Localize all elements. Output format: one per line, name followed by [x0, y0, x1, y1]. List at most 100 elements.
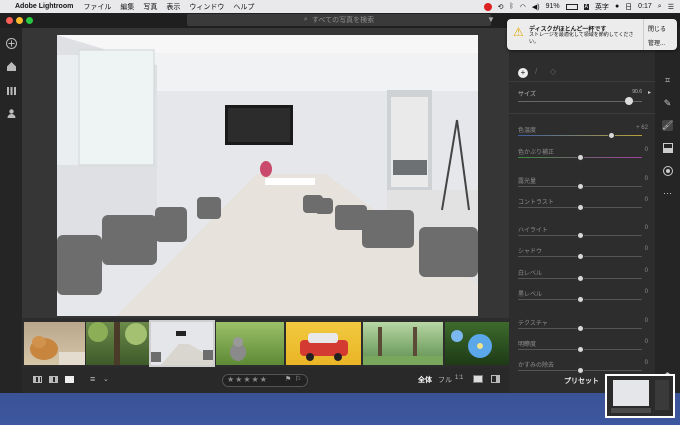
main-photo[interactable] — [57, 35, 478, 316]
brush-mode-row: + / ◇ — [509, 64, 655, 82]
slider-knob[interactable] — [607, 132, 615, 139]
compare-icon[interactable] — [491, 375, 500, 383]
disk-full-notification: ⚠ ディスクがほとんど一杯です ストレージを最適化して領域を節約してください。 … — [507, 19, 677, 50]
right-toolbar: ⌗ ✎ 🖌 ⋯ ⬟ — [655, 28, 680, 393]
menu-bar: Adobe Lightroom ファイル 編集 写真 表示 ウィンドウ ヘルプ … — [0, 0, 680, 13]
slider-label: 明瞭度 — [518, 342, 537, 348]
screenshot-preview-thumbnail[interactable] — [605, 374, 675, 418]
add-icon[interactable] — [5, 38, 17, 50]
search-placeholder: すべての写真を検索 — [311, 17, 375, 24]
minimize-window-button[interactable] — [16, 17, 23, 24]
reject-flag-icon[interactable]: ⚐ — [295, 375, 301, 383]
slider-label: 黒レベル — [518, 292, 543, 298]
slider-label: ハイライト — [518, 228, 548, 234]
filmstrip-thumb-forest[interactable] — [363, 322, 443, 365]
slider-knob[interactable] — [576, 275, 584, 282]
volume-icon[interactable]: ◀) — [532, 3, 540, 11]
pick-flag-icon[interactable]: ⚑ — [285, 375, 291, 383]
slider-label: 色温度 — [518, 128, 537, 134]
fit-one-to-one-button[interactable]: 1:1 — [455, 375, 463, 381]
people-icon[interactable] — [5, 108, 17, 120]
star-rating[interactable]: ★★★★★ — [227, 375, 268, 384]
menu-edit[interactable]: 編集 — [120, 2, 134, 12]
left-toolbar — [0, 28, 22, 393]
menu-view[interactable]: 表示 — [166, 2, 180, 12]
slider-knob[interactable] — [576, 367, 584, 374]
sort-icon[interactable]: ≡ — [90, 374, 95, 384]
input-method-icon[interactable]: A — [583, 3, 589, 10]
filmstrip-thumb-tree[interactable] — [86, 322, 149, 365]
spotlight-icon[interactable]: ⌕ — [658, 3, 662, 11]
filmstrip-thumb-meeting-room[interactable] — [149, 320, 215, 367]
bluetooth-icon[interactable]: ᛒ — [510, 3, 514, 10]
library-icon[interactable] — [5, 85, 17, 97]
fit-full-button[interactable]: フル — [438, 375, 452, 385]
brush-fill-icon[interactable]: ◇ — [550, 67, 556, 76]
filmstrip-thumb-red-car[interactable] — [286, 322, 361, 365]
notification-manage-button[interactable]: 管理... — [648, 38, 665, 47]
notification-close-button[interactable]: 閉じる — [648, 24, 666, 33]
app-name-menu[interactable]: Adobe Lightroom — [15, 3, 73, 10]
slider-knob[interactable] — [576, 232, 584, 239]
slider-label: 白レベル — [518, 271, 543, 277]
more-icon[interactable]: ⋯ — [662, 188, 673, 199]
filmstrip-thumb-blue-flower[interactable] — [445, 322, 509, 365]
slider-value: 0 — [644, 268, 648, 274]
gradient-icon[interactable] — [662, 143, 673, 154]
lightroom-window: ⌕ すべての写真を検索 ▼ ≡ ⌄ ★★★★★ ⚑ ⚐ 全体 フル 1:1 + … — [0, 13, 680, 393]
photo-viewer — [22, 28, 509, 318]
slider-track — [518, 135, 642, 136]
slider-value: 0 — [644, 318, 648, 324]
search-field[interactable]: ⌕ すべての写真を検索 — [187, 14, 491, 26]
menu-window[interactable]: ウィンドウ — [189, 2, 224, 12]
slider-knob[interactable] — [576, 253, 584, 260]
creative-cloud-icon[interactable] — [483, 2, 492, 11]
slider-knob[interactable] — [576, 296, 584, 303]
slider-value: 0 — [644, 197, 648, 203]
detail-view-icon[interactable] — [65, 376, 74, 383]
crop-icon[interactable]: ⌗ — [662, 75, 673, 86]
menu-help[interactable]: ヘルプ — [233, 2, 254, 12]
notification-center-icon[interactable]: ☰ — [668, 3, 674, 11]
menu-photo[interactable]: 写真 — [143, 2, 157, 12]
slider-value: 0 — [644, 225, 648, 231]
time-machine-icon[interactable]: ⟲ — [498, 3, 504, 11]
input-method-label: 英字 — [594, 3, 609, 11]
battery-icon[interactable] — [565, 3, 578, 10]
wifi-icon[interactable]: ◠ — [520, 3, 526, 11]
brush-erase-icon[interactable]: / — [535, 67, 537, 76]
zoom-window-button[interactable] — [26, 17, 33, 24]
slider-knob[interactable] — [576, 325, 584, 332]
slider-value: 0 — [644, 360, 648, 366]
photo-grid-icon[interactable] — [49, 376, 58, 383]
slider-label: かすみの除去 — [518, 363, 555, 369]
user-icon[interactable]: ● — [615, 3, 619, 10]
menu-file[interactable]: ファイル — [83, 2, 111, 12]
presets-button[interactable]: プリセット — [564, 376, 599, 386]
slider-knob[interactable] — [576, 183, 584, 190]
filter-icon[interactable]: ▼ — [487, 15, 495, 24]
slider-value: 0 — [644, 339, 648, 345]
brush-icon[interactable]: 🖌 — [662, 120, 673, 131]
chevron-down-icon[interactable]: ⌄ — [103, 375, 109, 383]
filmstrip-thumb-cat-grass[interactable] — [216, 322, 284, 365]
menubar-day: 日 — [625, 3, 633, 11]
brush-add-icon[interactable]: + — [518, 68, 528, 78]
home-icon[interactable] — [5, 61, 17, 73]
size-expand-icon[interactable]: ▸ — [648, 89, 651, 96]
slider-knob[interactable] — [576, 346, 584, 353]
close-window-button[interactable] — [6, 17, 13, 24]
slider-knob[interactable] — [576, 154, 584, 161]
square-grid-icon[interactable] — [33, 376, 42, 383]
healing-icon[interactable]: ✎ — [662, 98, 673, 109]
info-overlay-icon[interactable] — [473, 375, 483, 383]
filmstrip-thumb-kitten[interactable] — [24, 322, 85, 365]
fit-all-button[interactable]: 全体 — [418, 375, 432, 385]
radial-icon[interactable] — [662, 166, 673, 177]
search-icon: ⌕ — [303, 16, 308, 23]
size-slider-knob[interactable] — [625, 97, 633, 105]
slider-value: 0 — [644, 176, 648, 182]
slider-label: テクスチャ — [518, 321, 548, 327]
battery-percent: 91% — [545, 3, 560, 10]
slider-knob[interactable] — [576, 204, 584, 211]
